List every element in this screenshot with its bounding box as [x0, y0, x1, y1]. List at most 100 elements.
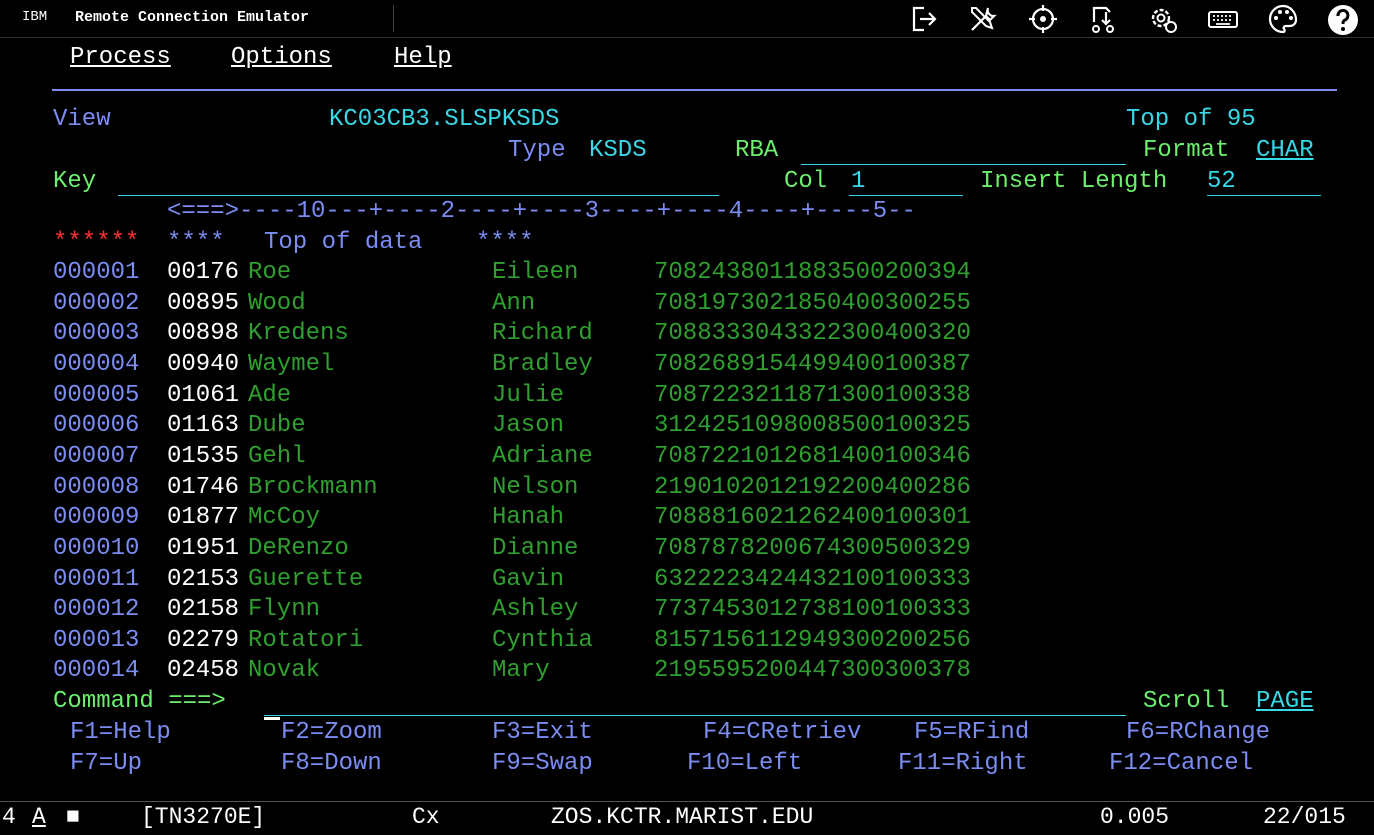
rba-field[interactable]: [801, 136, 1126, 165]
insert-length-field[interactable]: 52: [1207, 167, 1321, 196]
record-key: 02458: [167, 657, 240, 684]
response-time: 0.005: [1100, 804, 1170, 830]
fkey-f3[interactable]: F3=Exit: [492, 718, 593, 748]
record-last-name: Rotatori: [248, 627, 364, 654]
keyboard-icon[interactable]: [1206, 2, 1240, 36]
record-data: 7088333043322300400320: [654, 320, 971, 347]
fkey-f9[interactable]: F9=Swap: [492, 749, 593, 779]
fkey-f6[interactable]: F6=RChange: [1126, 718, 1270, 748]
disconnect-icon[interactable]: [906, 2, 940, 36]
fkey-f7[interactable]: F7=Up: [70, 749, 142, 779]
record-last-name: McCoy: [248, 504, 321, 531]
record-data: 7087878200674300500329: [654, 535, 971, 562]
format-value[interactable]: CHAR: [1256, 136, 1314, 166]
record-data: 6322223424432100100333: [654, 566, 971, 593]
record-last-name: Novak: [248, 657, 321, 684]
session-indicator: 4: [2, 804, 16, 830]
dataset-name: KC03CB3.SLSPKSDS: [329, 106, 560, 133]
record-last-name: Waymel: [248, 351, 335, 378]
record-last-name: Roe: [248, 259, 292, 286]
fkey-f11[interactable]: F11=Right: [898, 749, 1028, 779]
record-last-name: Brockmann: [248, 474, 378, 501]
settings-icon[interactable]: [1146, 2, 1180, 36]
fkey-f1[interactable]: F1=Help: [70, 718, 171, 748]
col-label: Col: [784, 168, 828, 195]
text-cursor: [264, 717, 280, 720]
record-line-number: 000012: [53, 596, 140, 623]
cursor-position: 22/015: [1263, 804, 1346, 830]
record-first-name: Cynthia: [492, 627, 593, 654]
record-first-name: Bradley: [492, 351, 593, 378]
key-field[interactable]: [118, 167, 719, 196]
record-first-name: Gavin: [492, 566, 565, 593]
tools-icon[interactable]: [966, 2, 1000, 36]
column-ruler: <===>----10---+----2----+----3----+----4…: [167, 198, 916, 225]
fkey-f5[interactable]: F5=RFind: [914, 718, 1029, 748]
crosshair-icon[interactable]: [1026, 2, 1060, 36]
fkey-f10[interactable]: F10=Left: [687, 749, 802, 779]
record-data: 7088816021262400100301: [654, 504, 971, 531]
scroll-value[interactable]: PAGE: [1256, 687, 1314, 717]
fkey-f2[interactable]: F2=Zoom: [281, 718, 382, 748]
terminal-screen[interactable]: Process Options Help View KC03CB3.SLSPKS…: [0, 38, 1374, 800]
help-icon[interactable]: [1326, 2, 1360, 36]
type-value: KSDS: [589, 137, 647, 164]
connection-status: Cx: [412, 804, 440, 830]
record-key: 02279: [167, 627, 240, 654]
record-key: 01746: [167, 474, 240, 501]
command-input[interactable]: [264, 687, 1126, 716]
top-of-data-text: Top of data: [264, 229, 423, 256]
record-data: 7737453012738100100333: [654, 596, 971, 623]
record-last-name: Wood: [248, 290, 306, 317]
format-label: Format: [1143, 137, 1230, 164]
insert-length-label: Insert Length: [980, 168, 1168, 195]
record-data: 7082438011883500200394: [654, 259, 971, 286]
title-divider: [393, 5, 394, 32]
record-first-name: Mary: [492, 657, 550, 684]
record-key: 01163: [167, 412, 240, 439]
macro-icon[interactable]: [1086, 2, 1120, 36]
type-label: Type: [508, 137, 566, 164]
record-line-number: 000005: [53, 382, 140, 409]
record-data: 7081973021850400300255: [654, 290, 971, 317]
position-indicator: Top of 95: [1126, 106, 1256, 133]
mode-indicator: A: [32, 804, 46, 830]
record-first-name: Eileen: [492, 259, 579, 286]
record-key: 02158: [167, 596, 240, 623]
record-last-name: Ade: [248, 382, 292, 409]
record-key: 01951: [167, 535, 240, 562]
record-first-name: Ashley: [492, 596, 579, 623]
fkey-f12[interactable]: F12=Cancel: [1109, 749, 1253, 779]
record-line-number: 000013: [53, 627, 140, 654]
col-field[interactable]: 1: [849, 167, 963, 196]
connection-indicator: ■: [66, 804, 80, 830]
fkey-f4[interactable]: F4=CRetriev: [703, 718, 861, 748]
palette-icon[interactable]: [1266, 2, 1300, 36]
command-label: Command ===>: [53, 688, 226, 715]
record-first-name: Julie: [492, 382, 565, 409]
record-last-name: Guerette: [248, 566, 364, 593]
record-data: 7087221012681400100346: [654, 443, 971, 470]
record-key: 01061: [167, 382, 240, 409]
record-data: 2195595200447300300378: [654, 657, 971, 684]
menu-options[interactable]: Options: [231, 43, 332, 73]
fkey-f8[interactable]: F8=Down: [281, 749, 382, 779]
title-bar: IBM Remote Connection Emulator: [0, 0, 1374, 38]
app-title: Remote Connection Emulator: [75, 9, 310, 26]
menu-divider: [52, 89, 1337, 91]
record-first-name: Nelson: [492, 474, 579, 501]
record-line-number: 000011: [53, 566, 140, 593]
record-first-name: Ann: [492, 290, 536, 317]
mode-label: View: [53, 106, 111, 133]
top-of-data-right-marks: ****: [476, 229, 534, 256]
record-key: 00176: [167, 259, 240, 286]
rba-label: RBA: [735, 137, 779, 164]
record-line-number: 000014: [53, 657, 140, 684]
record-line-number: 000006: [53, 412, 140, 439]
record-key: 02153: [167, 566, 240, 593]
record-last-name: Flynn: [248, 596, 321, 623]
scroll-label: Scroll: [1143, 688, 1230, 715]
record-data: 8157156112949300200256: [654, 627, 971, 654]
menu-process[interactable]: Process: [70, 43, 171, 73]
menu-help[interactable]: Help: [394, 43, 452, 73]
